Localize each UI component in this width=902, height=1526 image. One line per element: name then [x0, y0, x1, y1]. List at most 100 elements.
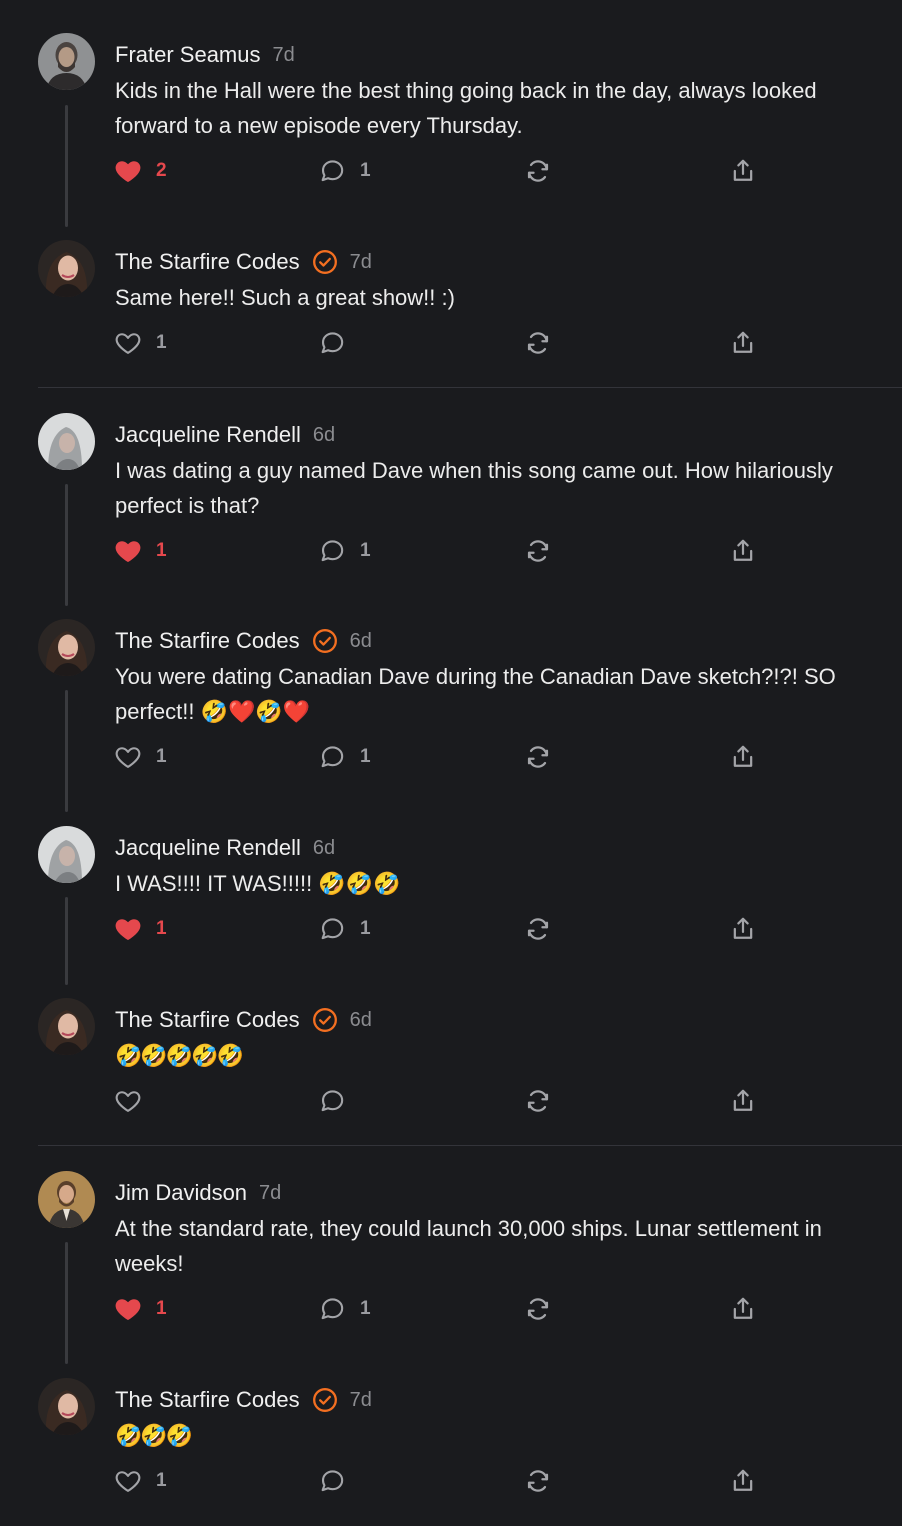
restack-button[interactable]	[524, 156, 552, 186]
timestamp[interactable]: 6d	[350, 630, 372, 653]
reply-count: 1	[360, 918, 371, 939]
like-count: 1	[156, 540, 167, 561]
timestamp[interactable]: 7d	[350, 251, 372, 274]
share-icon	[729, 1295, 757, 1323]
restack-button[interactable]	[524, 328, 552, 358]
like-button[interactable]: 2	[114, 156, 167, 186]
avatar[interactable]	[38, 619, 95, 676]
share-icon	[729, 1467, 757, 1495]
restack-button[interactable]	[524, 1466, 552, 1496]
comment-bubble-icon	[318, 1295, 346, 1323]
reply-button[interactable]	[318, 1466, 360, 1496]
restack-button[interactable]	[524, 742, 552, 772]
like-button[interactable]: 1	[114, 1294, 167, 1324]
like-button[interactable]: 1	[114, 328, 167, 358]
reply-button[interactable]: 1	[318, 536, 371, 566]
reply-button[interactable]: 1	[318, 1294, 371, 1324]
share-button[interactable]	[729, 328, 757, 358]
avatar[interactable]	[38, 33, 95, 90]
heart-icon	[114, 743, 142, 771]
author-name[interactable]: The Starfire Codes	[115, 628, 300, 654]
reply-count: 1	[360, 540, 371, 561]
restack-button[interactable]	[524, 536, 552, 566]
comment-actions: 2 1	[112, 156, 772, 186]
avatar[interactable]	[38, 1378, 95, 1435]
like-button[interactable]: 1	[114, 536, 167, 566]
thread-line	[65, 1242, 68, 1364]
avatar[interactable]	[38, 1171, 95, 1228]
avatar[interactable]	[38, 998, 95, 1055]
share-icon	[729, 329, 757, 357]
restack-button[interactable]	[524, 1294, 552, 1324]
author-name[interactable]: Frater Seamus	[115, 42, 261, 68]
restack-icon	[524, 915, 552, 943]
author-name[interactable]: Jim Davidson	[115, 1180, 247, 1206]
share-button[interactable]	[729, 1294, 757, 1324]
comment-bubble-icon	[318, 1087, 346, 1115]
timestamp[interactable]: 7d	[273, 44, 295, 67]
comment-text: 🤣🤣🤣🤣🤣	[115, 1043, 244, 1068]
verified-check-icon	[312, 628, 338, 654]
comment-bubble-icon	[318, 743, 346, 771]
heart-icon	[114, 1295, 142, 1323]
share-button[interactable]	[729, 914, 757, 944]
restack-button[interactable]	[524, 914, 552, 944]
share-button[interactable]	[729, 742, 757, 772]
author-name[interactable]: Jacqueline Rendell	[115, 422, 301, 448]
share-icon	[729, 915, 757, 943]
share-button[interactable]	[729, 536, 757, 566]
share-icon	[729, 743, 757, 771]
restack-icon	[524, 537, 552, 565]
restack-icon	[524, 157, 552, 185]
avatar[interactable]	[38, 240, 95, 297]
reply-button[interactable]: 1	[318, 914, 371, 944]
reply-count: 1	[360, 746, 371, 767]
like-button[interactable]	[114, 1086, 156, 1116]
share-button[interactable]	[729, 1086, 757, 1116]
avatar[interactable]	[38, 826, 95, 883]
verified-check-icon	[312, 1007, 338, 1033]
avatar[interactable]	[38, 413, 95, 470]
like-button[interactable]: 1	[114, 1466, 167, 1496]
share-button[interactable]	[729, 156, 757, 186]
verified-check-icon	[312, 249, 338, 275]
comment-actions: 1 1	[112, 1294, 772, 1324]
author-name[interactable]: The Starfire Codes	[115, 249, 300, 275]
like-count: 1	[156, 918, 167, 939]
comment-text: You were dating Canadian Dave during the…	[115, 664, 836, 724]
reply-button[interactable]: 1	[318, 156, 371, 186]
reply-button[interactable]: 1	[318, 742, 371, 772]
verified-check-icon	[312, 1387, 338, 1413]
reply-count: 1	[360, 1298, 371, 1319]
author-name[interactable]: Jacqueline Rendell	[115, 835, 301, 861]
heart-icon	[114, 537, 142, 565]
timestamp[interactable]: 6d	[350, 1009, 372, 1032]
heart-icon	[114, 1087, 142, 1115]
restack-icon	[524, 1087, 552, 1115]
reply-count: 1	[360, 160, 371, 181]
like-count: 2	[156, 160, 167, 181]
timestamp[interactable]: 6d	[313, 837, 335, 860]
comment-text: Kids in the Hall were the best thing goi…	[115, 78, 817, 138]
thread-divider	[38, 1145, 902, 1146]
timestamp[interactable]: 6d	[313, 424, 335, 447]
reply-button[interactable]	[318, 1086, 360, 1116]
timestamp[interactable]: 7d	[259, 1182, 281, 1205]
author-name[interactable]: The Starfire Codes	[115, 1387, 300, 1413]
restack-icon	[524, 743, 552, 771]
share-icon	[729, 1087, 757, 1115]
reply-button[interactable]	[318, 328, 360, 358]
thread-divider	[38, 387, 902, 388]
timestamp[interactable]: 7d	[350, 1389, 372, 1412]
share-button[interactable]	[729, 1466, 757, 1496]
restack-button[interactable]	[524, 1086, 552, 1116]
author-name[interactable]: The Starfire Codes	[115, 1007, 300, 1033]
like-button[interactable]: 1	[114, 742, 167, 772]
like-count: 1	[156, 1470, 167, 1491]
comment-bubble-icon	[318, 537, 346, 565]
like-button[interactable]: 1	[114, 914, 167, 944]
heart-icon	[114, 329, 142, 357]
comment-bubble-icon	[318, 157, 346, 185]
share-icon	[729, 157, 757, 185]
heart-icon	[114, 157, 142, 185]
